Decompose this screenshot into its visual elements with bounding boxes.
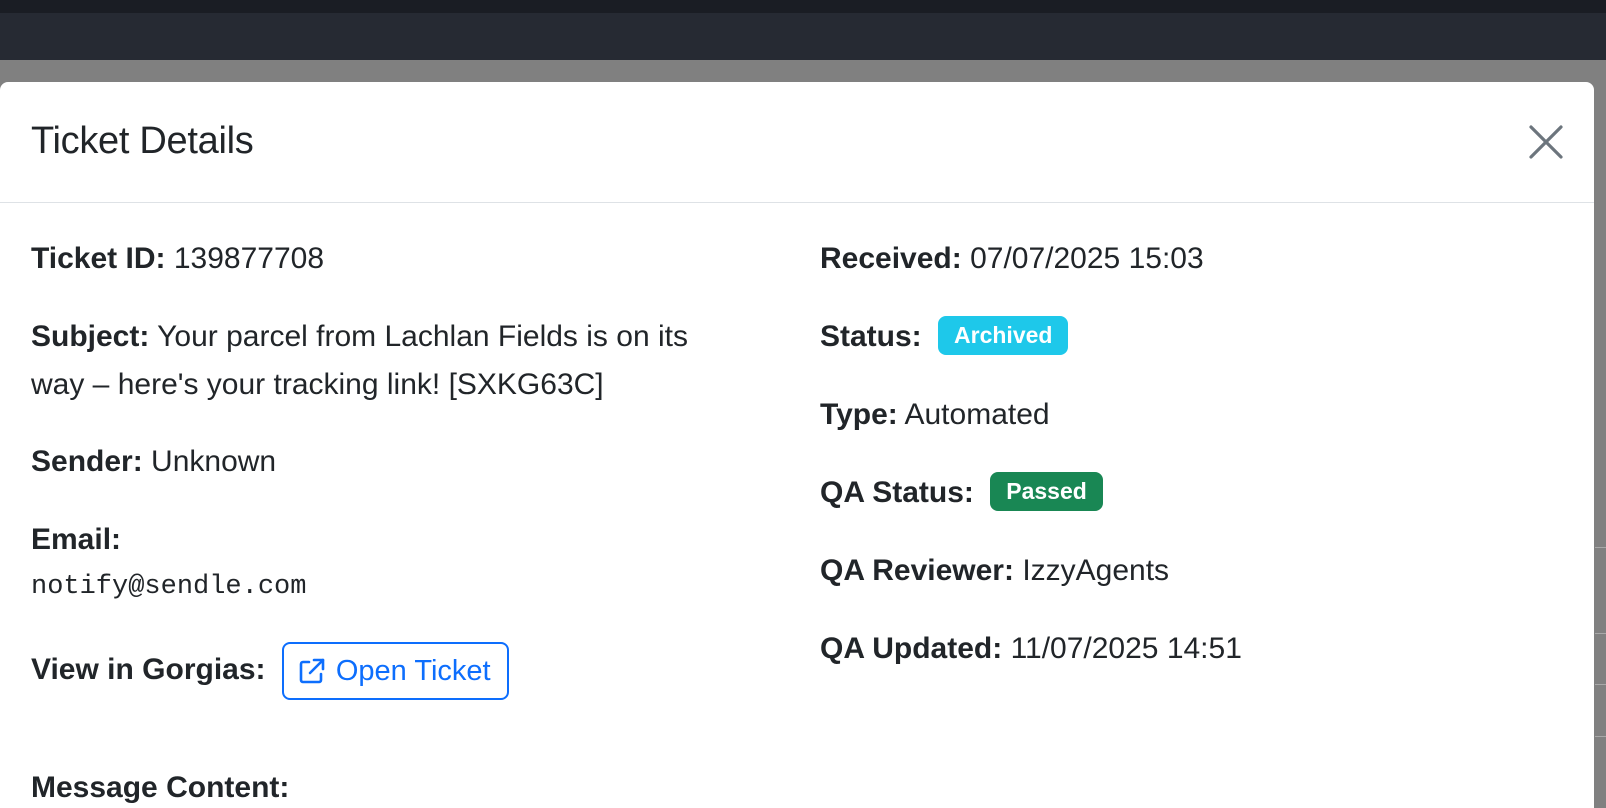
gorgias-field: View in Gorgias: Open Ticket [31, 641, 509, 701]
subject-value-line1: Your parcel from Lachlan Fields is on it… [157, 320, 688, 353]
email-field: Email: [31, 516, 121, 564]
subject-field: Subject: Your parcel from Lachlan Fields… [31, 313, 688, 409]
received-label: Received: [820, 242, 962, 275]
subject-value-line2: way – here's your tracking link! [SXKG63… [31, 368, 604, 401]
qa-updated-value: 11/07/2025 14:51 [1010, 632, 1242, 665]
sender-label: Sender: [31, 445, 143, 478]
open-ticket-button[interactable]: Open Ticket [281, 642, 509, 701]
type-value: Automated [904, 398, 1050, 431]
ticket-id-value: 139877708 [173, 242, 325, 275]
close-button[interactable] [1528, 124, 1564, 160]
received-field: Received: 07/07/2025 15:03 [820, 235, 1204, 283]
backdrop-divider [1595, 633, 1606, 634]
external-link-icon [299, 658, 325, 684]
modal-title: Ticket Details [31, 120, 254, 162]
subject-label: Subject: [31, 320, 150, 353]
received-value: 07/07/2025 15:03 [970, 242, 1204, 275]
app-top-strip [0, 0, 1606, 13]
email-value: notify@sendle.com [31, 572, 307, 602]
backdrop-divider [1595, 684, 1606, 685]
sender-value: Unknown [151, 445, 277, 478]
ticket-id-field: Ticket ID: 139877708 [31, 235, 324, 283]
sender-field: Sender: Unknown [31, 438, 276, 486]
gorgias-label: View in Gorgias: [31, 653, 266, 686]
modal-header: Ticket Details [0, 82, 1594, 203]
status-label: Status: [820, 320, 922, 353]
email-label: Email: [31, 523, 122, 556]
app-top-bar [0, 0, 1606, 60]
type-label: Type: [820, 398, 898, 431]
qa-reviewer-value: IzzyAgents [1022, 554, 1170, 587]
type-field: Type: Automated [820, 391, 1050, 439]
close-icon [1529, 125, 1563, 159]
qa-reviewer-field: QA Reviewer: IzzyAgents [820, 547, 1169, 595]
qa-updated-label: QA Updated: [820, 632, 1003, 665]
qa-status-badge: Passed [990, 472, 1103, 511]
status-field: Status: Archived [820, 313, 1069, 361]
backdrop-divider [1595, 547, 1606, 548]
backdrop-divider [1595, 736, 1606, 737]
open-ticket-label: Open Ticket [335, 655, 491, 688]
qa-updated-field: QA Updated: 11/07/2025 14:51 [820, 625, 1242, 673]
status-badge: Archived [938, 316, 1069, 355]
qa-status-label: QA Status: [820, 476, 974, 509]
qa-reviewer-label: QA Reviewer: [820, 554, 1014, 587]
message-content-heading: Message Content: [31, 771, 290, 804]
qa-status-field: QA Status: Passed [820, 469, 1103, 517]
ticket-id-label: Ticket ID: [31, 242, 166, 275]
ticket-details-modal: Ticket Details Ticket ID: 139877708 Subj… [0, 82, 1594, 808]
